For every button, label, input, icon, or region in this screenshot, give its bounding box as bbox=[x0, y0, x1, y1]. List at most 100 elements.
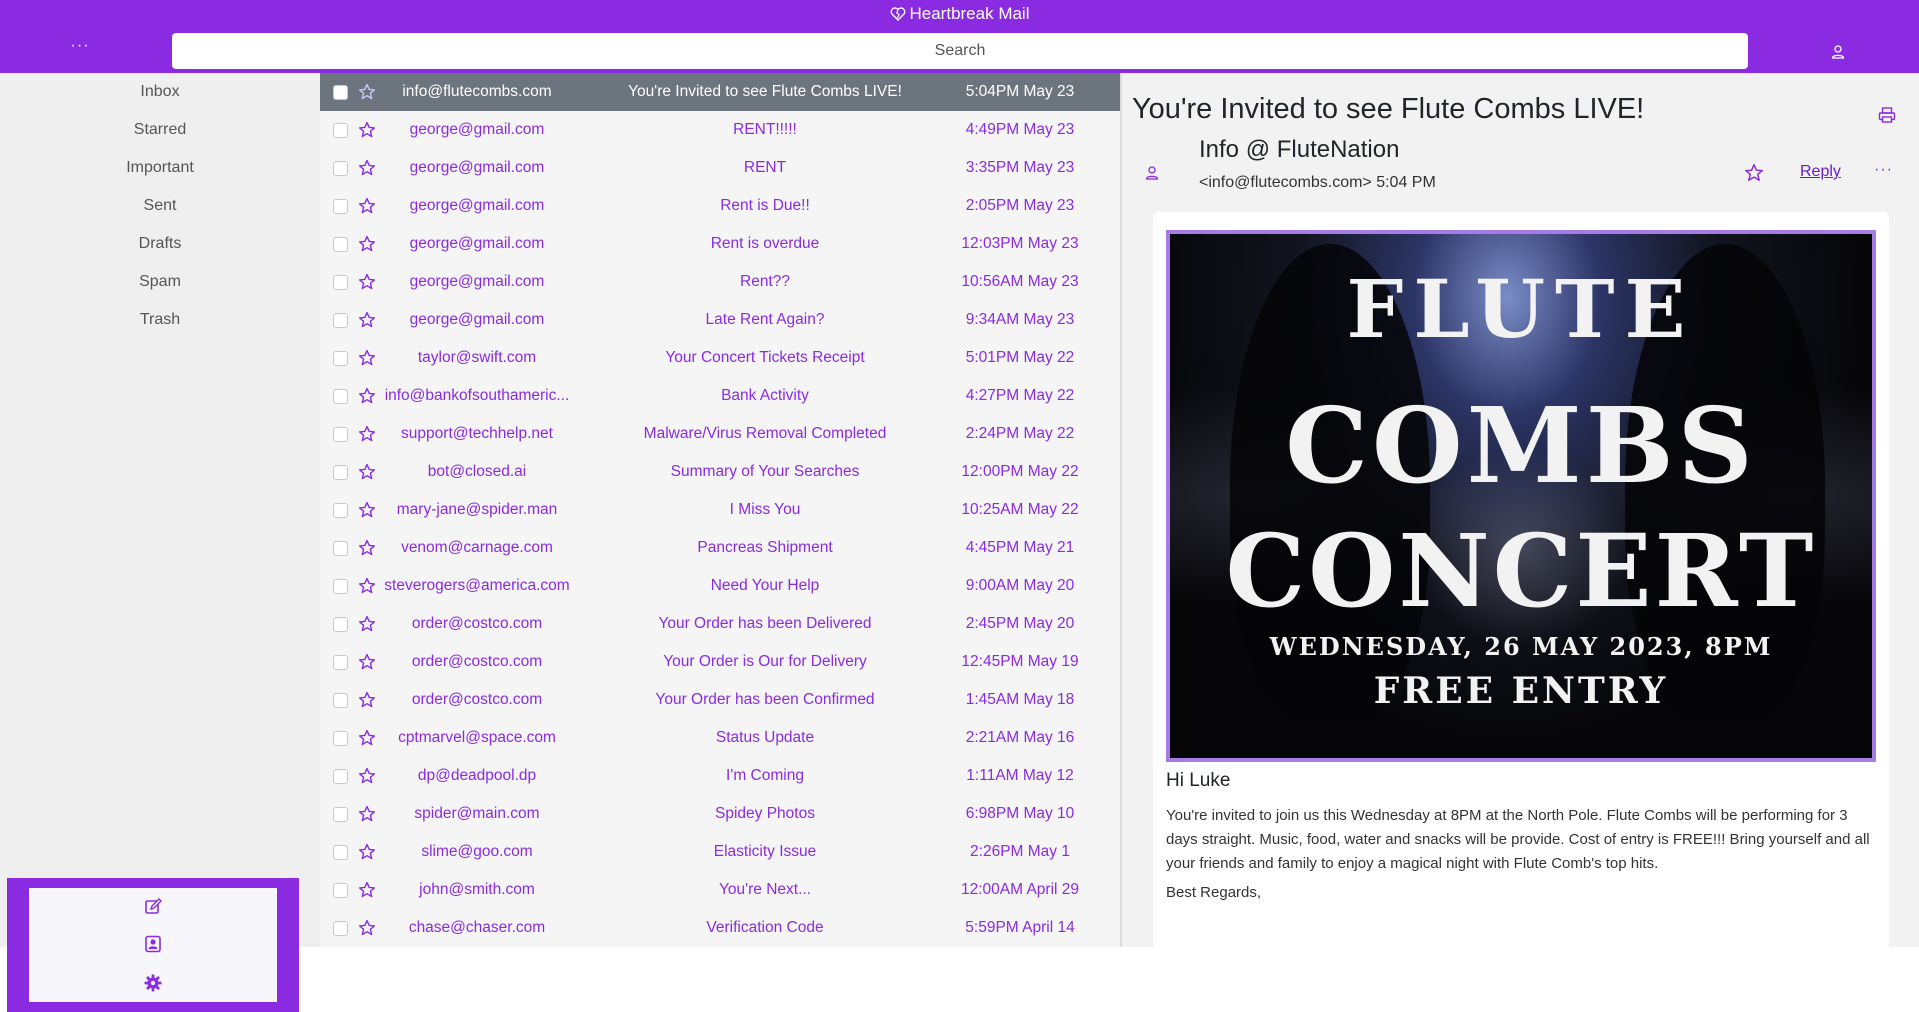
row-checkbox[interactable] bbox=[333, 617, 348, 632]
row-checkbox[interactable] bbox=[333, 313, 348, 328]
compose-icon[interactable] bbox=[144, 898, 162, 916]
sidebar-item-sent[interactable]: Sent bbox=[0, 187, 320, 225]
star-icon[interactable] bbox=[358, 881, 376, 899]
email-row[interactable]: cptmarvel@space.com Status Update 2:21AM M… bbox=[320, 719, 1120, 757]
star-icon[interactable] bbox=[358, 767, 376, 785]
sidebar-item-drafts[interactable]: Drafts bbox=[0, 225, 320, 263]
more-options-button[interactable]: ··· bbox=[1874, 161, 1893, 179]
row-checkbox[interactable] bbox=[333, 845, 348, 860]
row-checkbox[interactable] bbox=[333, 427, 348, 442]
sidebar-item-trash[interactable]: Trash bbox=[0, 301, 320, 339]
star-icon[interactable] bbox=[358, 805, 376, 823]
row-checkbox[interactable] bbox=[333, 275, 348, 290]
row-checkbox[interactable] bbox=[333, 389, 348, 404]
email-subject-preview: I'm Coming bbox=[726, 767, 804, 784]
user-account-icon[interactable] bbox=[1830, 44, 1846, 60]
email-row[interactable]: george@gmail.com Rent is overdue 12:03PM M… bbox=[320, 225, 1120, 263]
email-time: 9:00AM May 20 bbox=[965, 577, 1075, 594]
email-time: 1:11AM May 12 bbox=[966, 767, 1074, 784]
sidebar-item-important[interactable]: Important bbox=[0, 149, 320, 187]
row-checkbox[interactable] bbox=[333, 579, 348, 594]
email-row[interactable]: bot@closed.ai Summary of Your Searches 12:… bbox=[320, 453, 1120, 491]
email-row[interactable]: george@gmail.com Rent?? 10:56AM May 23 bbox=[320, 263, 1120, 301]
email-row[interactable]: john@smith.com You're Next... 12:00AM Apri… bbox=[320, 871, 1120, 909]
row-checkbox[interactable] bbox=[333, 351, 348, 366]
star-icon[interactable] bbox=[358, 615, 376, 633]
email-row[interactable]: chase@chaser.com Verification Code 5:59PM … bbox=[320, 909, 1120, 947]
reply-button[interactable]: Reply bbox=[1800, 163, 1841, 181]
email-subject-preview: Pancreas Shipment bbox=[697, 539, 833, 556]
sidebar-item-inbox[interactable]: Inbox bbox=[0, 73, 320, 111]
row-checkbox[interactable] bbox=[333, 655, 348, 670]
email-row[interactable]: support@techhelp.net Malware/Virus Remova… bbox=[320, 415, 1120, 453]
star-icon[interactable] bbox=[358, 197, 376, 215]
star-icon[interactable] bbox=[358, 387, 376, 405]
star-icon[interactable] bbox=[358, 501, 376, 519]
row-checkbox[interactable] bbox=[333, 85, 348, 100]
row-checkbox[interactable] bbox=[333, 465, 348, 480]
star-icon[interactable] bbox=[358, 159, 376, 177]
email-row[interactable]: order@costco.com Your Order has been Deli… bbox=[320, 605, 1120, 643]
email-row[interactable]: george@gmail.com RENT 3:35PM May 23 bbox=[320, 149, 1120, 187]
search-input[interactable] bbox=[172, 33, 1748, 69]
email-time: 2:21AM May 16 bbox=[965, 729, 1075, 746]
email-row[interactable]: info@bankofsouthameric... Bank Activity 4:… bbox=[320, 377, 1120, 415]
email-row[interactable]: spider@main.com Spidey Photos 6:98PM May 1… bbox=[320, 795, 1120, 833]
star-icon[interactable] bbox=[358, 843, 376, 861]
row-checkbox[interactable] bbox=[333, 237, 348, 252]
row-checkbox[interactable] bbox=[333, 807, 348, 822]
star-icon[interactable] bbox=[358, 425, 376, 443]
email-subject-preview: You're Invited to see Flute Combs LIVE! bbox=[628, 83, 902, 100]
row-checkbox[interactable] bbox=[333, 921, 348, 936]
email-sender: steverogers@america.com bbox=[384, 577, 570, 594]
row-checkbox[interactable] bbox=[333, 769, 348, 784]
star-icon[interactable] bbox=[358, 653, 376, 671]
menu-button[interactable]: ··· bbox=[68, 38, 92, 58]
email-row[interactable]: george@gmail.com Rent is Due!! 2:05PM May … bbox=[320, 187, 1120, 225]
email-time: 12:03PM May 23 bbox=[961, 235, 1079, 252]
email-row[interactable]: order@costco.com Your Order is Our for De… bbox=[320, 643, 1120, 681]
email-row[interactable]: mary-jane@spider.man I Miss You 10:25AM Ma… bbox=[320, 491, 1120, 529]
row-checkbox[interactable] bbox=[333, 731, 348, 746]
email-row[interactable]: order@costco.com Your Order has been Conf… bbox=[320, 681, 1120, 719]
star-icon[interactable] bbox=[358, 577, 376, 595]
email-row[interactable]: slime@goo.com Elasticity Issue 2:26PM May … bbox=[320, 833, 1120, 871]
star-icon[interactable] bbox=[1744, 163, 1764, 183]
email-sender: info@flutecombs.com bbox=[402, 83, 552, 100]
star-icon[interactable] bbox=[358, 121, 376, 139]
star-icon[interactable] bbox=[358, 273, 376, 291]
email-row[interactable]: george@gmail.com Late Rent Again? 9:34AM M… bbox=[320, 301, 1120, 339]
row-checkbox[interactable] bbox=[333, 161, 348, 176]
row-checkbox[interactable] bbox=[333, 199, 348, 214]
sidebar-item-spam[interactable]: Spam bbox=[0, 263, 320, 301]
row-checkbox[interactable] bbox=[333, 541, 348, 556]
poster-line-5: FREE ENTRY bbox=[1373, 670, 1669, 712]
email-row[interactable]: george@gmail.com RENT!!!!! 4:49PM May 23 bbox=[320, 111, 1120, 149]
star-icon[interactable] bbox=[358, 539, 376, 557]
star-icon[interactable] bbox=[358, 463, 376, 481]
print-icon[interactable] bbox=[1878, 106, 1896, 124]
star-icon[interactable] bbox=[358, 729, 376, 747]
star-icon[interactable] bbox=[358, 349, 376, 367]
sidebar-item-starred[interactable]: Starred bbox=[0, 111, 320, 149]
email-subject-preview: Late Rent Again? bbox=[705, 311, 825, 328]
email-row[interactable]: taylor@swift.com Your Concert Tickets Rec… bbox=[320, 339, 1120, 377]
star-icon[interactable] bbox=[358, 919, 376, 937]
email-row[interactable]: info@flutecombs.com You're Invited to see… bbox=[320, 73, 1120, 111]
star-icon[interactable] bbox=[358, 691, 376, 709]
row-checkbox[interactable] bbox=[333, 123, 348, 138]
row-checkbox[interactable] bbox=[333, 503, 348, 518]
email-row[interactable]: steverogers@america.com Need Your Help 9:0… bbox=[320, 567, 1120, 605]
row-checkbox[interactable] bbox=[333, 693, 348, 708]
email-greeting: Hi Luke bbox=[1166, 770, 1231, 791]
settings-icon[interactable] bbox=[144, 974, 162, 992]
email-row[interactable]: venom@carnage.com Pancreas Shipment 4:45PM… bbox=[320, 529, 1120, 567]
email-time-cell: 2:24PM May 22 bbox=[890, 415, 1090, 453]
star-icon[interactable] bbox=[358, 235, 376, 253]
row-checkbox[interactable] bbox=[333, 883, 348, 898]
star-icon[interactable] bbox=[358, 311, 376, 329]
email-subject-preview: Your Concert Tickets Receipt bbox=[665, 349, 865, 366]
email-row[interactable]: dp@deadpool.dp I'm Coming 1:11AM May 12 bbox=[320, 757, 1120, 795]
contacts-icon[interactable] bbox=[144, 935, 162, 953]
star-icon[interactable] bbox=[358, 83, 376, 101]
